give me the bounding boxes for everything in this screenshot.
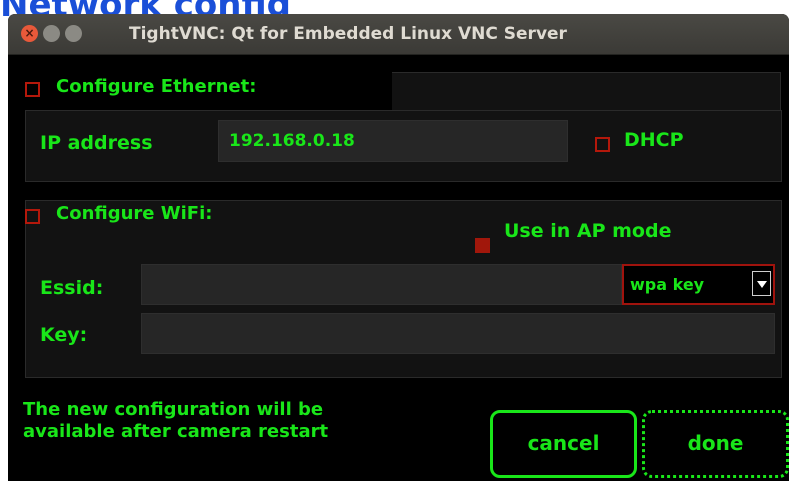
ap-mode-checkbox[interactable] (475, 238, 490, 253)
key-label: Key: (40, 324, 88, 346)
window-title: TightVNC: Qt for Embedded Linux VNC Serv… (129, 24, 567, 44)
ip-address-label: IP address (40, 132, 153, 154)
essid-input[interactable] (141, 264, 622, 305)
maximize-window-icon[interactable] (65, 25, 82, 42)
key-input[interactable] (141, 313, 775, 354)
cancel-button[interactable]: cancel (490, 410, 637, 478)
done-button[interactable]: done (642, 410, 789, 478)
title-bar[interactable]: × TightVNC: Qt for Embedded Linux VNC Se… (8, 14, 789, 55)
security-type-dropdown[interactable]: wpa key (622, 264, 775, 305)
vnc-window: × TightVNC: Qt for Embedded Linux VNC Se… (8, 14, 789, 481)
ap-mode-label: Use in AP mode (504, 220, 672, 242)
dhcp-label: DHCP (624, 129, 684, 151)
ip-address-input[interactable]: 192.168.0.18 (218, 120, 568, 162)
dhcp-checkbox[interactable] (595, 137, 610, 152)
configure-ethernet-label: Configure Ethernet: (56, 76, 257, 97)
restart-note-line2: available after camera restart (23, 421, 329, 442)
restart-note-line1: The new configuration will be (23, 399, 324, 420)
configure-ethernet-checkbox[interactable] (25, 82, 40, 97)
essid-label: Essid: (40, 277, 104, 299)
security-type-value: wpa key (630, 275, 705, 294)
close-window-icon[interactable]: × (21, 25, 38, 42)
configure-wifi-checkbox[interactable] (25, 209, 40, 224)
dropdown-arrow-icon[interactable] (752, 271, 771, 296)
minimize-window-icon[interactable] (43, 25, 60, 42)
configure-wifi-label: Configure WiFi: (56, 203, 213, 224)
